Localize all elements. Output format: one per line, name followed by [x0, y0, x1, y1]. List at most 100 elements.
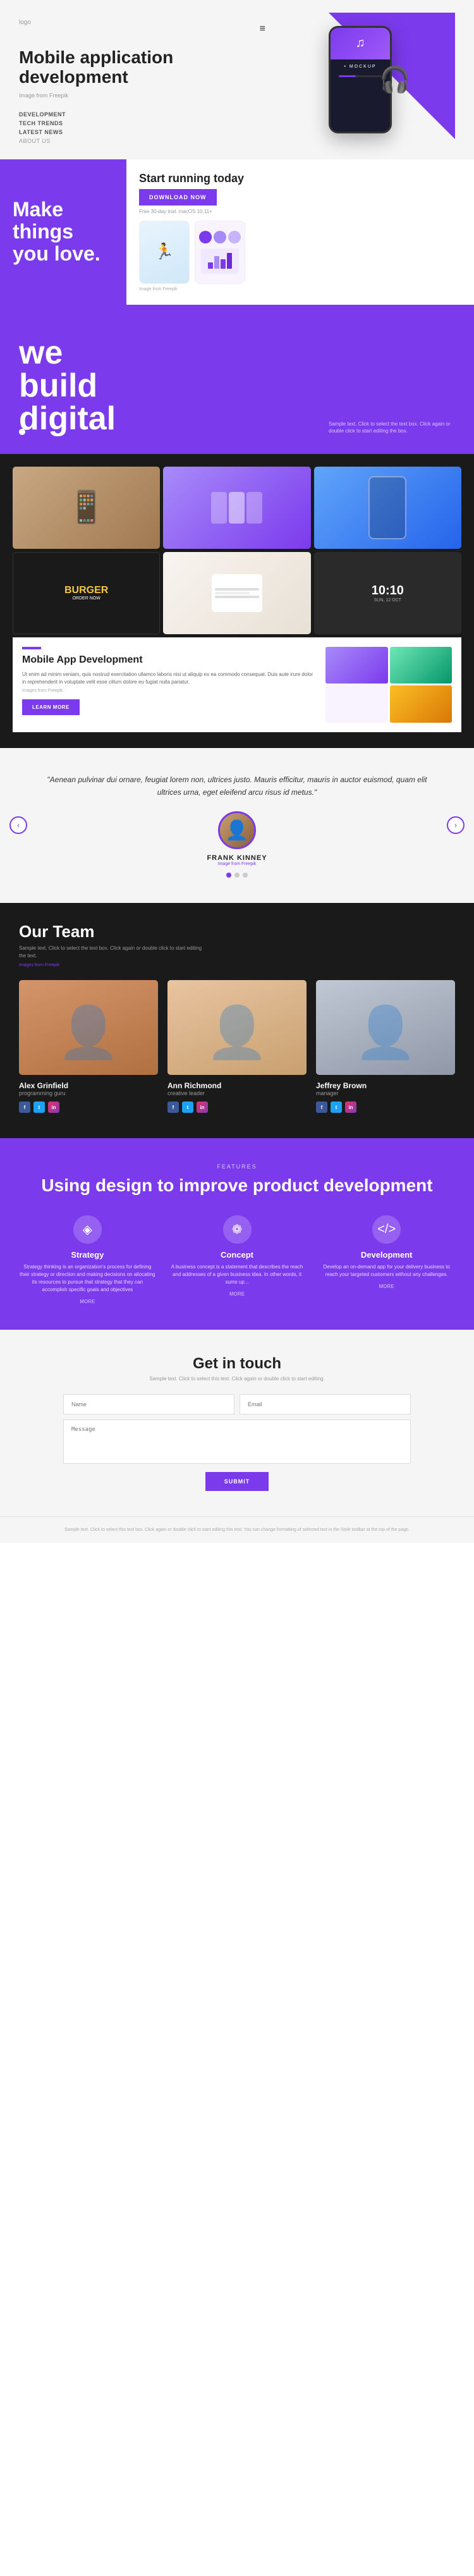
- learn-more-button[interactable]: LEARN MORE: [22, 699, 80, 715]
- screenshot-clock: 10:10 SUN, 12 OCT: [314, 552, 461, 634]
- runner-icon: 🏃: [154, 243, 174, 261]
- screenshot-phone-blue: [314, 467, 461, 549]
- member-name-2: Ann Richmond: [167, 1081, 307, 1090]
- mobile-app-card: Mobile App Development Ut enim ad minim …: [13, 637, 461, 732]
- footer-text: Sample text. Click to select this text b…: [19, 1526, 455, 1533]
- social-icons-3: f t in: [316, 1101, 455, 1113]
- member-role-2: creative leader: [167, 1090, 307, 1096]
- instagram-icon-3[interactable]: in: [345, 1101, 356, 1113]
- member-face-icon-2: 👤: [205, 1003, 269, 1062]
- team-member-1: 👤 Alex Grinfield programming guru f t in: [19, 980, 158, 1113]
- screenshot-phone-hands: 📱: [13, 467, 160, 549]
- nav-item-about-us[interactable]: ABOUT US: [19, 138, 265, 144]
- feature-desc-strategy: Strategy thinking is an organization's p…: [19, 1263, 156, 1294]
- hero-section: logo ≡ Mobile application development Im…: [0, 0, 474, 159]
- clock-sub: SUN, 12 OCT: [372, 598, 404, 603]
- twitter-icon-1[interactable]: t: [33, 1101, 45, 1113]
- testimonial-section: ‹ "Aenean pulvinar dui ornare, feugiat l…: [0, 748, 474, 904]
- nav-arrow-right[interactable]: ›: [447, 816, 465, 834]
- make-image-label: Image from Freepik: [139, 287, 461, 291]
- make-section: Make things you love. Start running toda…: [0, 159, 474, 305]
- facebook-icon-3[interactable]: f: [316, 1101, 327, 1113]
- card-left: Mobile App Development Ut enim ad minim …: [22, 647, 316, 715]
- burger-sub-text: ORDER NOW: [64, 596, 108, 601]
- card-ss-3: [325, 685, 388, 723]
- download-button[interactable]: DOWNLOAD NOW: [139, 189, 217, 205]
- contact-section: Get in touch Sample text. Click to selec…: [0, 1330, 474, 1516]
- nav-item-development[interactable]: DEVELOPMENT: [19, 111, 265, 118]
- burger-brand-text: BURGER: [64, 585, 108, 596]
- message-textarea[interactable]: [63, 1420, 411, 1464]
- circle-3: [228, 231, 241, 243]
- app-screen-1: 🏃: [139, 221, 190, 284]
- member-photo-2: 👤: [167, 980, 307, 1075]
- earphones-decoration: 🎧: [379, 64, 411, 94]
- contact-subtitle: Sample text. Click to select this text. …: [63, 1376, 411, 1382]
- contact-form: SUBMIT: [63, 1394, 411, 1491]
- circle-1: [199, 231, 212, 243]
- nav-item-latest-news[interactable]: LATEST NEWS: [19, 129, 265, 135]
- dot-3[interactable]: [243, 873, 248, 878]
- facebook-icon-1[interactable]: f: [19, 1101, 30, 1113]
- submit-button[interactable]: SUBMIT: [205, 1472, 269, 1491]
- phone-mockup-container: ♫ • MOCKUP 🎧: [329, 26, 392, 133]
- footer: Sample text. Click to select this text b…: [0, 1516, 474, 1543]
- build-title: we build digital: [19, 336, 455, 435]
- member-role-1: programming guru: [19, 1090, 158, 1096]
- instagram-icon-1[interactable]: in: [48, 1101, 59, 1113]
- dot-1[interactable]: [226, 873, 231, 878]
- feature-strategy: ◈ Strategy Strategy thinking is an organ…: [19, 1215, 156, 1304]
- concept-icon: ❁: [223, 1215, 252, 1244]
- feature-desc-concept: A business concept is a statement that d…: [169, 1263, 306, 1286]
- testimonial-quote: "Aenean pulvinar dui ornare, feugiat lor…: [38, 773, 436, 799]
- team-credit: Images from Freepik: [19, 963, 455, 967]
- person-name: FRANK KINNEY: [38, 854, 436, 862]
- white-dot-decoration: [19, 429, 25, 435]
- feature-more-concept[interactable]: MORE: [169, 1291, 306, 1297]
- member-photo-3: 👤: [316, 980, 455, 1075]
- card-description: Ut enim ad minim veniam, quis nostrud ex…: [22, 671, 316, 686]
- contact-title: Get in touch: [63, 1355, 411, 1373]
- card-ss-2: [390, 647, 453, 684]
- clock-display: 10:10: [372, 584, 404, 598]
- features-grid: ◈ Strategy Strategy thinking is an organ…: [19, 1215, 455, 1304]
- nav-item-tech-trends[interactable]: TECH TRENDS: [19, 120, 265, 126]
- strategy-icon: ◈: [73, 1215, 102, 1244]
- hamburger-menu-icon[interactable]: ≡: [260, 23, 265, 35]
- person-avatar: 👤: [218, 811, 256, 849]
- twitter-icon-3[interactable]: t: [331, 1101, 342, 1113]
- member-role-3: manager: [316, 1090, 455, 1096]
- carousel-dots: [38, 873, 436, 878]
- name-input[interactable]: [63, 1394, 234, 1414]
- social-icons-1: f t in: [19, 1101, 158, 1113]
- app-screen-2: [195, 221, 245, 284]
- twitter-icon-2[interactable]: t: [182, 1101, 193, 1113]
- trial-text: Free 30-day trial. macOS 10.11+: [139, 209, 461, 214]
- mockup-label: • MOCKUP: [344, 64, 376, 69]
- social-icons-2: f t in: [167, 1101, 307, 1113]
- card-ss-4: [390, 685, 453, 723]
- circle-2: [214, 231, 226, 243]
- stats-bar: [201, 248, 239, 274]
- screenshots-grid: 📱 BURGER ORDER NOW: [13, 467, 461, 634]
- card-image-credit: Images from Freepik: [22, 689, 316, 693]
- email-input[interactable]: [240, 1394, 411, 1414]
- running-title: Start running today: [139, 172, 461, 185]
- team-subtitle: Sample text. Click to select the text bo…: [19, 945, 209, 960]
- feature-more-strategy[interactable]: MORE: [19, 1299, 156, 1304]
- progress-bar: [339, 75, 381, 77]
- facebook-icon-2[interactable]: f: [167, 1101, 179, 1113]
- hero-image-label: Image from Freepik: [19, 92, 265, 99]
- team-title: Our Team: [19, 922, 455, 941]
- instagram-icon-2[interactable]: in: [197, 1101, 208, 1113]
- screenshots-section: 📱 BURGER ORDER NOW: [0, 454, 474, 748]
- feature-name-concept: Concept: [169, 1250, 306, 1260]
- make-title: Make things you love.: [13, 199, 114, 266]
- feature-more-development[interactable]: MORE: [318, 1284, 455, 1289]
- features-section: FEATURES Using design to improve product…: [0, 1138, 474, 1330]
- dot-2[interactable]: [234, 873, 240, 878]
- nav-arrow-left[interactable]: ‹: [9, 816, 27, 834]
- card-ss-1: [325, 647, 388, 684]
- team-grid: 👤 Alex Grinfield programming guru f t in…: [19, 980, 455, 1113]
- feature-concept: ❁ Concept A business concept is a statem…: [169, 1215, 306, 1304]
